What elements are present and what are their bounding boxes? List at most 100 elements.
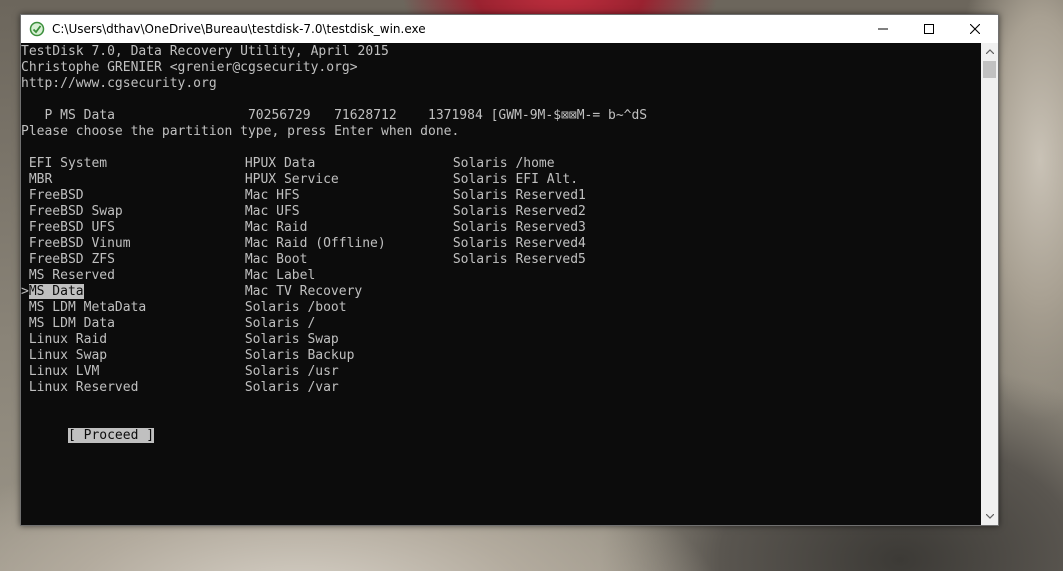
- partition-type-option[interactable]: Solaris Reserved4: [445, 236, 586, 252]
- minimize-button[interactable]: [860, 15, 906, 43]
- partition-type-option[interactable]: FreeBSD Vinum: [21, 236, 131, 252]
- selection-marker: [21, 188, 29, 203]
- partition-type-option[interactable]: Solaris Reserved2: [445, 204, 586, 220]
- selection-marker: [21, 268, 29, 283]
- partition-type-option[interactable]: Linux LVM: [21, 364, 99, 380]
- partition-type-option[interactable]: Mac HFS: [237, 188, 300, 204]
- cmd-app-icon[interactable]: [29, 21, 45, 37]
- partition-type-label: Solaris /usr: [244, 364, 339, 379]
- scroll-up-button[interactable]: [981, 43, 998, 60]
- partition-type-option[interactable]: Solaris /home: [445, 156, 555, 172]
- selection-marker: [21, 348, 29, 363]
- partition-type-option[interactable]: Solaris Reserved5: [445, 252, 586, 268]
- partition-type-option[interactable]: Linux Raid: [21, 332, 107, 348]
- partition-type-label: Solaris Reserved5: [452, 252, 586, 267]
- partition-type-option[interactable]: Mac Boot: [237, 252, 308, 268]
- selection-marker: [237, 156, 245, 171]
- selection-marker: [21, 172, 29, 187]
- partition-type-option[interactable]: FreeBSD ZFS: [21, 252, 115, 268]
- partition-type-label: Linux Reserved: [28, 380, 139, 395]
- partition-type-label: Mac UFS: [244, 204, 300, 219]
- partition-type-option[interactable]: FreeBSD Swap: [21, 204, 123, 220]
- partition-type-label: Solaris Reserved3: [452, 220, 586, 235]
- partition-type-option[interactable]: Solaris /usr: [237, 364, 339, 380]
- partition-type-label: Solaris /var: [244, 380, 339, 395]
- partition-type-option[interactable]: MS Reserved: [21, 268, 115, 284]
- scroll-up-arrow-icon: [985, 49, 994, 54]
- partition-type-label: Solaris EFI Alt.: [452, 172, 579, 187]
- maximize-icon: [924, 24, 934, 34]
- console-output[interactable]: TestDisk 7.0, Data Recovery Utility, Apr…: [21, 43, 981, 525]
- partition-type-option[interactable]: MBR: [21, 172, 52, 188]
- selection-marker: [445, 236, 453, 251]
- close-icon: [970, 24, 980, 34]
- selection-marker: [21, 156, 29, 171]
- partition-type-option[interactable]: Solaris /var: [237, 380, 339, 396]
- partition-type-option[interactable]: FreeBSD: [21, 188, 84, 204]
- selection-marker: [445, 252, 453, 267]
- partition-type-option[interactable]: Mac Raid: [237, 220, 308, 236]
- close-button[interactable]: [952, 15, 998, 43]
- selection-marker: [21, 204, 29, 219]
- partition-type-label: FreeBSD UFS: [28, 220, 115, 235]
- window-title: C:\Users\dthav\OneDrive\Bureau\testdisk-…: [52, 22, 426, 36]
- partition-type-label: Mac Label: [244, 268, 316, 283]
- partition-type-label: MS LDM Data: [28, 316, 115, 331]
- selection-marker: [445, 204, 453, 219]
- partition-type-option[interactable]: Mac TV Recovery: [237, 284, 362, 300]
- partition-type-option[interactable]: Linux Reserved: [21, 380, 139, 396]
- proceed-button[interactable]: [ Proceed ]: [67, 428, 155, 443]
- partition-type-option[interactable]: Linux Swap: [21, 348, 107, 364]
- selection-marker: [237, 188, 245, 203]
- partition-type-option[interactable]: FreeBSD UFS: [21, 220, 115, 236]
- title-bar[interactable]: C:\Users\dthav\OneDrive\Bureau\testdisk-…: [21, 15, 998, 43]
- selection-marker: [21, 252, 29, 267]
- partition-type-option[interactable]: MS LDM MetaData: [21, 300, 146, 316]
- partition-type-option[interactable]: Solaris Reserved1: [445, 188, 586, 204]
- partition-type-option[interactable]: HPUX Data: [237, 156, 315, 172]
- scroll-down-button[interactable]: [981, 508, 998, 525]
- partition-type-option[interactable]: Solaris /boot: [237, 300, 347, 316]
- partition-type-label: FreeBSD: [28, 188, 84, 203]
- partition-type-label: Mac Boot: [244, 252, 308, 267]
- maximize-button[interactable]: [906, 15, 952, 43]
- selection-marker: [21, 300, 29, 315]
- selection-marker: [237, 300, 245, 315]
- proceed-button-wrap[interactable]: [ Proceed ]: [21, 412, 155, 443]
- selection-marker: [237, 348, 245, 363]
- scrollbar-thumb[interactable]: [983, 61, 996, 78]
- partition-type-option[interactable]: MS LDM Data: [21, 316, 115, 332]
- scroll-down-arrow-icon: [985, 514, 994, 519]
- partition-type-option[interactable]: Solaris Reserved3: [445, 220, 586, 236]
- partition-type-option[interactable]: Solaris Backup: [237, 348, 355, 364]
- partition-type-option[interactable]: >MS Data: [21, 284, 84, 300]
- partition-type-label: MS Reserved: [28, 268, 115, 283]
- partition-type-option[interactable]: Mac UFS: [237, 204, 300, 220]
- partition-type-label: HPUX Service: [244, 172, 339, 187]
- minimize-icon: [878, 28, 888, 30]
- selection-marker: [21, 380, 29, 395]
- partition-type-option[interactable]: Mac Raid (Offline): [237, 236, 386, 252]
- header-line: TestDisk 7.0, Data Recovery Utility, Apr…: [21, 44, 389, 59]
- partition-type-option[interactable]: Solaris Swap: [237, 332, 339, 348]
- selection-marker: [445, 220, 453, 235]
- partition-type-option[interactable]: Solaris EFI Alt.: [445, 172, 578, 188]
- partition-type-label: Solaris Swap: [244, 332, 339, 347]
- partition-type-label: Linux LVM: [28, 364, 100, 379]
- selection-marker: [21, 364, 29, 379]
- selection-marker: [237, 284, 245, 299]
- console-window[interactable]: C:\Users\dthav\OneDrive\Bureau\testdisk-…: [20, 14, 999, 526]
- partition-type-label: FreeBSD ZFS: [28, 252, 115, 267]
- vertical-scrollbar[interactable]: [981, 43, 998, 525]
- partition-info-line: P MS Data 70256729 71628712 1371984 [GWM…: [21, 108, 648, 123]
- partition-type-label: Solaris Reserved2: [452, 204, 586, 219]
- partition-type-label: Solaris Reserved1: [452, 188, 586, 203]
- partition-type-option[interactable]: Solaris /: [237, 316, 315, 332]
- partition-type-option[interactable]: Mac Label: [237, 268, 315, 284]
- selection-marker: [21, 236, 29, 251]
- header-line: http://www.cgsecurity.org: [21, 76, 217, 91]
- partition-type-label: FreeBSD Vinum: [28, 236, 131, 251]
- partition-type-option[interactable]: HPUX Service: [237, 172, 339, 188]
- partition-type-label: Mac Raid (Offline): [244, 236, 386, 251]
- partition-type-option[interactable]: EFI System: [21, 156, 107, 172]
